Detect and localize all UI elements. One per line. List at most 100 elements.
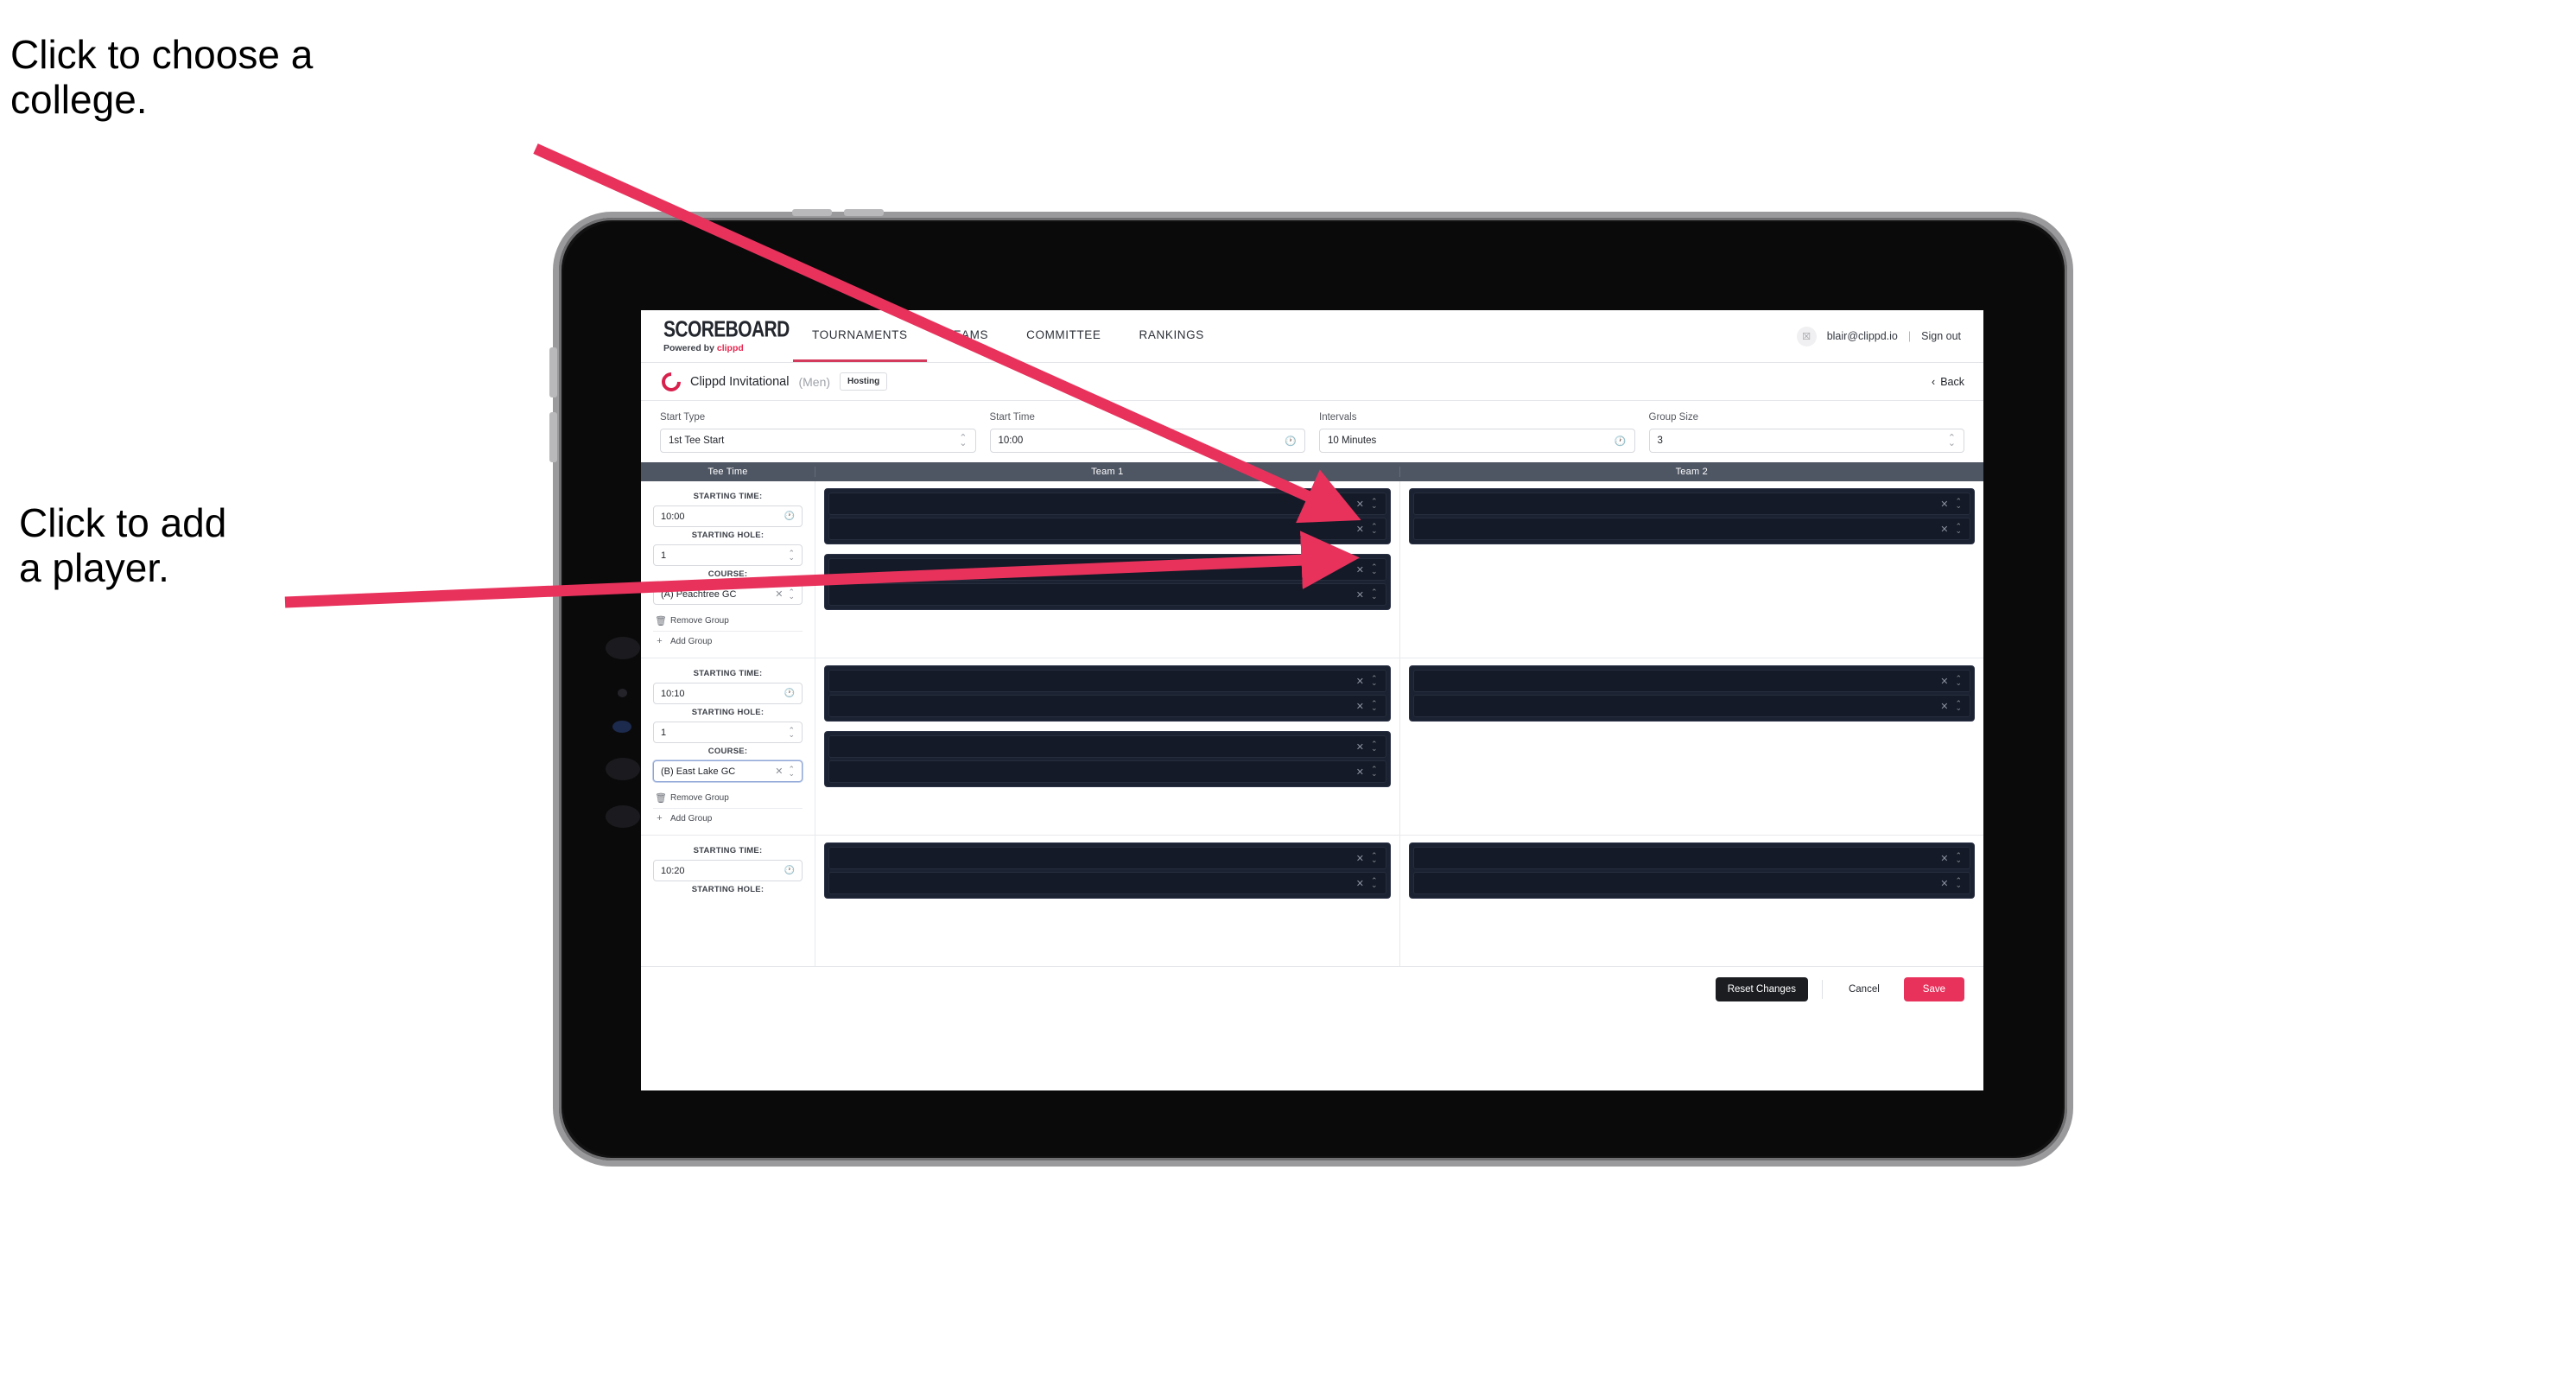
clear-course-icon[interactable]: ✕ [775,766,783,777]
chevron-updown-icon[interactable]: ⌃ ⌄ [1948,433,1956,448]
clear-player-icon[interactable]: ✕ [1940,499,1948,510]
power-button[interactable] [792,209,832,216]
chevron-updown-icon[interactable]: ⌃ ⌄ [1955,675,1962,687]
player-slot[interactable]: ✕ ⌃ ⌄ [1412,695,1970,717]
player-slot[interactable]: ✕ ⌃ ⌄ [828,558,1386,581]
clock-icon[interactable]: 🕐 [784,689,795,698]
clear-player-icon[interactable]: ✕ [1356,676,1364,687]
volume-down-button[interactable] [549,412,557,462]
add-group-label: Add Group [670,636,713,646]
add-group-button[interactable]: + Add Group [653,632,803,651]
tab-teams[interactable]: TEAMS [927,310,1008,362]
clear-player-icon[interactable]: ✕ [1356,701,1364,712]
course-select[interactable]: (A) Peachtree GC ✕ ⌃ ⌄ [653,583,803,605]
start-type-select[interactable]: 1st Tee Start ⌃ ⌄ [660,429,976,453]
tab-committee[interactable]: COMMITTEE [1007,310,1120,362]
start-time-input[interactable]: 10:00 🕐 [989,429,1305,453]
clear-player-icon[interactable]: ✕ [1356,564,1364,575]
player-slot[interactable]: ✕ ⌃ ⌄ [828,670,1386,692]
starting-time-input[interactable]: 10:10 🕐 [653,683,803,704]
starting-time-input[interactable]: 10:00 🕐 [653,505,803,527]
player-slot[interactable]: ✕ ⌃ ⌄ [828,760,1386,783]
chevron-updown-icon[interactable]: ⌃ ⌄ [1955,877,1962,889]
back-button[interactable]: ‹ Back [1932,376,1964,388]
group-size-select[interactable]: 3 ⌃ ⌄ [1648,429,1964,453]
volume-up-button[interactable] [549,347,557,397]
chevron-updown-icon[interactable]: ⌃ ⌄ [788,726,795,738]
starting-hole-label: STARTING HOLE: [691,531,765,540]
clear-player-icon[interactable]: ✕ [1356,766,1364,778]
clock-icon[interactable]: 🕐 [1615,436,1627,447]
brand-logo[interactable]: SCOREBOARD Powered by clippd [641,310,793,362]
chevron-updown-icon[interactable]: ⌃ ⌄ [1371,498,1378,510]
player-slot[interactable]: ✕ ⌃ ⌄ [828,872,1386,894]
back-button-label: Back [1940,375,1964,388]
tab-tournaments[interactable]: TOURNAMENTS [793,310,927,362]
clear-player-icon[interactable]: ✕ [1356,499,1364,510]
clock-icon[interactable]: 🕐 [784,512,795,521]
player-slot[interactable]: ✕ ⌃ ⌄ [1412,670,1970,692]
cancel-button[interactable]: Cancel [1837,977,1892,1001]
clock-icon[interactable]: 🕐 [784,866,795,875]
chevron-updown-icon[interactable]: ⌃ ⌄ [788,549,795,561]
chevron-updown-icon[interactable]: ⌃ ⌄ [1371,523,1378,535]
chevron-updown-icon[interactable]: ⌃ ⌄ [788,588,795,600]
clear-player-icon[interactable]: ✕ [1940,878,1948,889]
player-slot[interactable]: ✕ ⌃ ⌄ [828,847,1386,869]
clear-player-icon[interactable]: ✕ [1356,741,1364,753]
clear-player-icon[interactable]: ✕ [1940,853,1948,864]
starting-time-input[interactable]: 10:20 🕐 [653,860,803,881]
clear-player-icon[interactable]: ✕ [1940,524,1948,535]
player-slot[interactable]: ✕ ⌃ ⌄ [828,735,1386,758]
tee-sheet-body[interactable]: STARTING TIME: 10:00 🕐 STARTING HOLE: 1 ⌃ ⌄ COU… [641,481,1983,967]
clock-icon[interactable]: 🕐 [1285,436,1297,447]
player-slot[interactable]: ✕ ⌃ ⌄ [828,493,1386,515]
clear-player-icon[interactable]: ✕ [1356,524,1364,535]
remove-group-button[interactable]: 🗑 Remove Group [653,788,803,809]
chevron-updown-icon[interactable]: ⌃ ⌄ [1371,588,1378,601]
chevron-updown-icon[interactable]: ⌃ ⌄ [1371,563,1378,575]
course-select[interactable]: (B) East Lake GC ✕ ⌃ ⌄ [653,760,803,782]
sign-out-link[interactable]: Sign out [1921,330,1961,342]
clear-player-icon[interactable]: ✕ [1356,878,1364,889]
player-slot[interactable]: ✕ ⌃ ⌄ [828,583,1386,606]
starting-hole-input[interactable]: 1 ⌃ ⌄ [653,544,803,566]
chevron-updown-icon[interactable]: ⌃ ⌄ [1371,675,1378,687]
chevron-updown-icon[interactable]: ⌃ ⌄ [788,765,795,777]
player-slot[interactable]: ✕ ⌃ ⌄ [828,695,1386,717]
chevron-updown-icon[interactable]: ⌃ ⌄ [1371,700,1378,712]
intervals-input[interactable]: 10 Minutes 🕐 [1319,429,1635,453]
player-slot[interactable]: ✕ ⌃ ⌄ [1412,847,1970,869]
page-title: Clippd Invitational [690,374,790,389]
avatar[interactable]: ☒ [1796,326,1817,346]
tab-rankings[interactable]: RANKINGS [1120,310,1223,362]
clear-player-icon[interactable]: ✕ [1356,589,1364,601]
remove-group-button[interactable]: 🗑 Remove Group [653,611,803,632]
chevron-updown-icon[interactable]: ⌃ ⌄ [959,433,967,448]
chevron-updown-icon[interactable]: ⌃ ⌄ [1371,741,1378,753]
chevron-updown-icon[interactable]: ⌃ ⌄ [1955,700,1962,712]
player-slot[interactable]: ✕ ⌃ ⌄ [828,518,1386,540]
clear-player-icon[interactable]: ✕ [1940,676,1948,687]
brand-sub-prefix: Powered by [663,343,717,353]
player-slot[interactable]: ✕ ⌃ ⌄ [1412,518,1970,540]
chevron-updown-icon[interactable]: ⌃ ⌄ [1955,523,1962,535]
reset-changes-button[interactable]: Reset Changes [1715,977,1808,1001]
screenshot-canvas: Click to choose a college. Click to add … [0,0,2576,1386]
add-group-button[interactable]: + Add Group [653,809,803,828]
chevron-updown-icon[interactable]: ⌃ ⌄ [1371,852,1378,864]
chevron-updown-icon[interactable]: ⌃ ⌄ [1371,877,1378,889]
clear-player-icon[interactable]: ✕ [1356,853,1364,864]
footer-divider [1821,980,1823,999]
chevron-updown-icon[interactable]: ⌃ ⌄ [1955,498,1962,510]
clear-course-icon[interactable]: ✕ [775,588,783,600]
chevron-updown-icon[interactable]: ⌃ ⌄ [1955,852,1962,864]
clear-player-icon[interactable]: ✕ [1940,701,1948,712]
indicator-light-icon [612,721,631,733]
chevron-updown-icon[interactable]: ⌃ ⌄ [1371,766,1378,778]
starting-hole-input[interactable]: 1 ⌃ ⌄ [653,722,803,743]
save-button[interactable]: Save [1903,977,1964,1001]
secondary-top-button[interactable] [844,209,884,216]
player-slot[interactable]: ✕ ⌃ ⌄ [1412,872,1970,894]
player-slot[interactable]: ✕ ⌃ ⌄ [1412,493,1970,515]
